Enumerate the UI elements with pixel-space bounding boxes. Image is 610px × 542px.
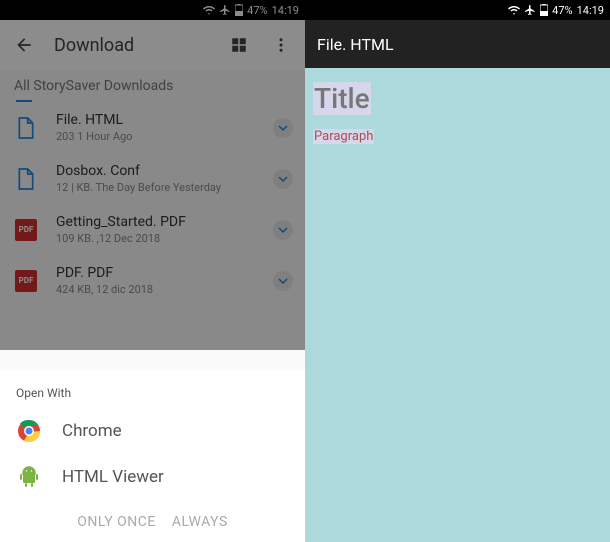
file-row[interactable]: Dosbox. Conf 12 | KB. The Day Before Yes… xyxy=(0,153,305,204)
always-button[interactable]: ALWAYS xyxy=(172,514,228,530)
clock-text: 14:19 xyxy=(577,4,604,17)
right-pane: 47% 14:19 File. HTML Title Paragraph xyxy=(305,0,610,542)
file-name: Dosbox. Conf xyxy=(56,163,257,179)
viewer-header: File. HTML xyxy=(305,20,610,68)
pdf-icon: PDF xyxy=(12,270,40,292)
file-row[interactable]: PDF Getting_Started. PDF 109 KB. ,12 Dec… xyxy=(0,204,305,255)
chevron-down-icon[interactable] xyxy=(273,271,293,291)
more-button[interactable] xyxy=(269,33,293,57)
file-name: Getting_Started. PDF xyxy=(56,214,257,230)
app-option-html-viewer[interactable]: HTML Viewer xyxy=(0,454,305,500)
app-name: HTML Viewer xyxy=(62,467,164,487)
file-name: File. HTML xyxy=(56,112,257,128)
file-meta: 109 KB. ,12 Dec 2018 xyxy=(56,232,257,245)
content-paragraph: Paragraph xyxy=(313,129,374,144)
chevron-down-icon[interactable] xyxy=(273,220,293,240)
folder-header: All StorySaver Downloads xyxy=(0,70,305,100)
viewer-body: Title Paragraph xyxy=(305,68,610,158)
airplane-icon xyxy=(524,4,536,16)
chrome-icon xyxy=(16,418,42,444)
file-meta: 12 | KB. The Day Before Yesterday xyxy=(56,181,257,194)
battery-text: 47% xyxy=(247,4,267,17)
app-name: Chrome xyxy=(62,421,122,441)
toolbar: Download xyxy=(0,20,305,70)
pdf-icon: PDF xyxy=(12,219,40,241)
status-bar: 47% 14:19 xyxy=(305,0,610,20)
chevron-down-icon[interactable] xyxy=(273,118,293,138)
toolbar-title: Download xyxy=(54,35,209,56)
file-row[interactable]: File. HTML 203 1 Hour Ago xyxy=(0,102,305,153)
content-title: Title xyxy=(313,82,371,115)
battery-text: 47% xyxy=(552,4,572,17)
status-bar: 47% 14:19 xyxy=(0,0,305,20)
clock-text: 14:19 xyxy=(272,4,299,17)
left-pane: 47% 14:19 Download All StorySaver Downlo… xyxy=(0,0,305,542)
file-meta: 203 1 Hour Ago xyxy=(56,130,257,143)
file-row[interactable]: PDF PDF. PDF 424 KB, 12 dic 2018 xyxy=(0,255,305,306)
file-icon xyxy=(12,116,40,140)
file-meta: 424 KB, 12 dic 2018 xyxy=(56,283,257,296)
battery-icon xyxy=(235,4,243,16)
viewer-title: File. HTML xyxy=(317,35,394,54)
app-option-chrome[interactable]: Chrome xyxy=(0,408,305,454)
battery-icon xyxy=(540,4,548,16)
chevron-down-icon[interactable] xyxy=(273,169,293,189)
open-with-sheet: Open With Chrome HTML Viewer ONLY ONCE A… xyxy=(0,370,305,542)
wifi-icon xyxy=(203,4,215,16)
file-name: PDF. PDF xyxy=(56,265,257,281)
airplane-icon xyxy=(219,4,231,16)
wifi-icon xyxy=(508,4,520,16)
sheet-title: Open With xyxy=(0,380,305,408)
only-once-button[interactable]: ONLY ONCE xyxy=(77,514,156,530)
back-button[interactable] xyxy=(12,33,36,57)
grid-view-button[interactable] xyxy=(227,33,251,57)
android-icon xyxy=(16,464,42,490)
file-icon xyxy=(12,167,40,191)
